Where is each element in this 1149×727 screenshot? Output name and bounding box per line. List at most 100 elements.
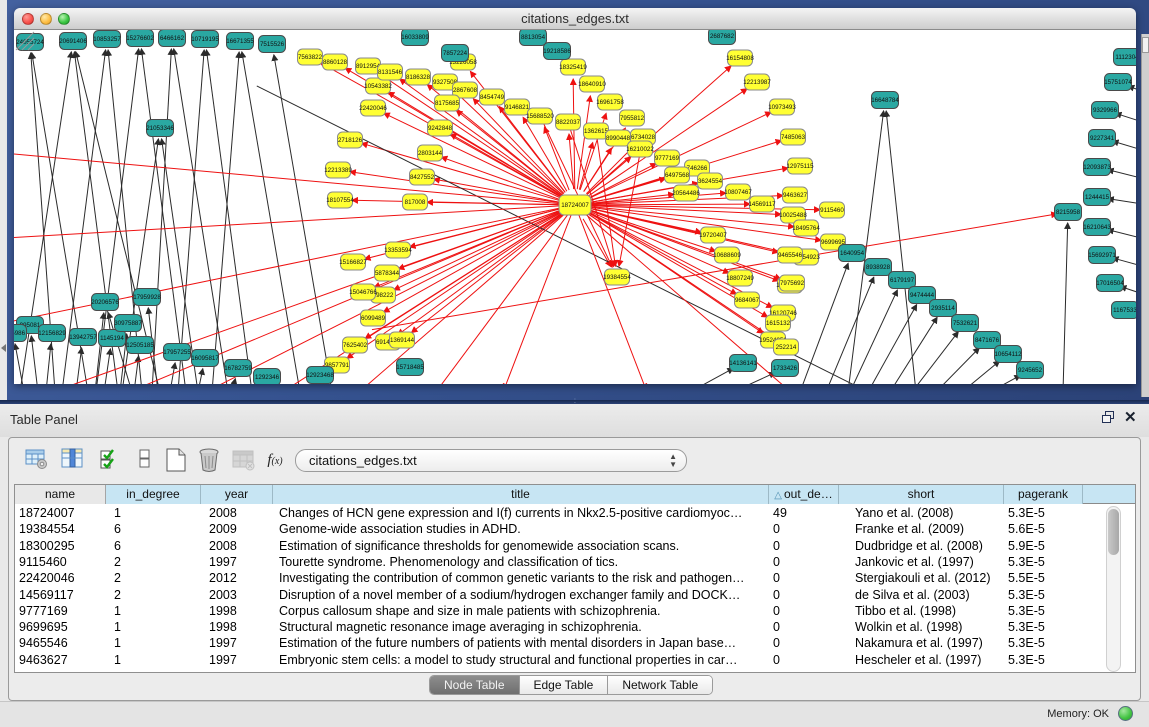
graph-node[interactable]: 1292346	[254, 369, 281, 385]
graph-node[interactable]: 9245652	[1017, 362, 1044, 379]
graph-edge[interactable]	[212, 52, 239, 384]
graph-node[interactable]: 6497568	[665, 167, 690, 183]
graph-node[interactable]: 12975115	[786, 158, 814, 174]
graph-edge[interactable]	[801, 263, 848, 384]
network-window-titlebar[interactable]: citations_edges.txt	[14, 8, 1136, 30]
graph-node[interactable]: 8860128	[323, 54, 348, 70]
graph-edge[interactable]	[104, 349, 110, 384]
graph-node[interactable]: 7485063	[781, 129, 806, 145]
graph-node[interactable]: 16648784	[871, 92, 899, 109]
graph-node[interactable]: 7563822	[298, 49, 323, 65]
graph-node[interactable]: 7955812	[620, 110, 645, 126]
graph-node[interactable]: 18325419	[559, 59, 587, 75]
close-panel-icon[interactable]: ✕	[1124, 408, 1137, 426]
graph-node[interactable]: 12505185	[126, 337, 154, 354]
graph-node[interactable]: 13942757	[69, 329, 97, 346]
graph-node[interactable]: 2803144	[418, 145, 443, 161]
graph-node[interactable]: 12923468	[306, 367, 334, 384]
graph-node[interactable]: 18640910	[578, 76, 606, 92]
graph-node[interactable]: 16961758	[596, 94, 624, 110]
graph-edge[interactable]	[31, 336, 37, 384]
citation-graph[interactable]: 1872400775638228860128891295410543382818…	[14, 30, 1136, 384]
graph-edge[interactable]	[1108, 199, 1136, 205]
graph-node[interactable]: 18807249	[726, 270, 754, 286]
graph-node[interactable]: 1167533	[1112, 302, 1137, 319]
scrollbar-thumb[interactable]	[1108, 509, 1119, 555]
graph-edge[interactable]	[1113, 258, 1136, 268]
graph-node[interactable]: 7515526	[259, 36, 286, 53]
graph-node[interactable]: 15046766	[349, 284, 377, 300]
graph-node[interactable]: 9115460	[820, 202, 845, 218]
new-table-icon[interactable]	[161, 445, 189, 475]
graph-edge[interactable]	[46, 344, 51, 384]
graph-edge[interactable]	[383, 213, 561, 312]
table-row[interactable]: 1872400712008Changes of HCN gene express…	[15, 505, 1135, 522]
graph-node[interactable]: 17959928	[133, 289, 161, 306]
column-header-pagerank[interactable]: pagerank	[1004, 485, 1083, 504]
graph-node[interactable]: 8175685	[435, 95, 460, 111]
column-header-short[interactable]: short	[839, 485, 1004, 504]
table-row[interactable]: 969969511998Structural magnetic resonanc…	[15, 619, 1135, 636]
graph-node[interactable]: 17016504	[1096, 275, 1124, 292]
split-collapse-arrow-icon[interactable]	[1, 344, 6, 352]
network-canvas[interactable]: 1872400775638228860128891295410543382818…	[14, 30, 1136, 384]
graph-node[interactable]: 8454749	[480, 89, 505, 105]
graph-edge[interactable]	[992, 375, 1021, 384]
graph-node[interactable]: 12213389	[324, 162, 352, 178]
row-height-icon[interactable]	[131, 445, 159, 475]
table-row[interactable]: 977716911998Corpus callosum shape and si…	[15, 603, 1135, 620]
graph-node[interactable]: 22420046	[359, 100, 387, 116]
graph-node[interactable]: 14136141	[729, 355, 757, 372]
table-row[interactable]: 946362711997Embryonic stem cells: a mode…	[15, 652, 1135, 669]
graph-node[interactable]: 6466162	[159, 30, 186, 47]
graph-node[interactable]: 6099489	[361, 310, 386, 326]
graph-node[interactable]: 3624554	[698, 173, 723, 189]
graph-node[interactable]: 8186328	[406, 69, 431, 85]
graph-node[interactable]: 7532621	[952, 315, 979, 332]
graph-node[interactable]: 8822037	[556, 114, 581, 130]
graph-node[interactable]: 10853257	[93, 31, 121, 48]
graph-node[interactable]: 10807467	[724, 184, 752, 200]
graph-node[interactable]: 8215958	[1055, 204, 1082, 221]
graph-node[interactable]: 8938928	[865, 259, 892, 276]
graph-node[interactable]: 1640954	[839, 245, 866, 262]
tab-node-table[interactable]: Node Table	[430, 676, 520, 694]
graph-node[interactable]: 20691406	[59, 33, 87, 50]
graph-edge[interactable]	[95, 313, 104, 384]
float-panel-icon[interactable]	[1102, 411, 1116, 424]
graph-node[interactable]: 19720407	[699, 227, 727, 243]
graph-edge[interactable]	[398, 214, 562, 334]
graph-node[interactable]: 16210022	[626, 141, 654, 157]
graph-node[interactable]: 1369144	[390, 332, 415, 348]
graph-edge[interactable]	[886, 111, 916, 384]
graph-node[interactable]: 10973493	[768, 99, 796, 115]
graph-node[interactable]: 18107554	[326, 192, 354, 208]
select-rows-icon[interactable]	[97, 445, 125, 475]
graph-edge[interactable]	[14, 151, 573, 205]
graph-node[interactable]: 15692971	[1088, 247, 1116, 264]
graph-node[interactable]: 7975692	[780, 275, 805, 291]
graph-node[interactable]: 18495764	[792, 220, 820, 236]
graph-edge[interactable]	[1063, 223, 1068, 384]
graph-node[interactable]: 7625402	[343, 337, 368, 353]
table-row[interactable]: 946554611997Estimation of the future num…	[15, 635, 1135, 652]
graph-edge[interactable]	[134, 356, 138, 384]
right-strip-button[interactable]	[1142, 37, 1149, 53]
graph-edge[interactable]	[579, 143, 592, 190]
column-header-year[interactable]: year	[201, 485, 273, 504]
graph-node[interactable]: 15276602	[126, 30, 154, 47]
graph-edge[interactable]	[692, 368, 734, 384]
graph-node[interactable]: 15166827	[339, 254, 367, 270]
graph-node[interactable]: 12093873	[1083, 159, 1111, 176]
graph-node[interactable]: 16210643	[1083, 219, 1111, 236]
graph-node[interactable]: 20564486	[672, 185, 700, 201]
graph-node[interactable]: 18724007	[559, 195, 591, 215]
graph-node[interactable]: 9329966	[1092, 102, 1119, 119]
graph-node[interactable]: 8427552	[410, 169, 435, 185]
memory-status-indicator[interactable]	[1118, 706, 1133, 721]
graph-edge[interactable]	[573, 79, 575, 189]
graph-edge[interactable]	[384, 113, 561, 198]
graph-node[interactable]: 9227341	[1089, 130, 1116, 147]
graph-node[interactable]: 5878344	[375, 265, 400, 281]
graph-node[interactable]: 15688520	[526, 108, 554, 124]
